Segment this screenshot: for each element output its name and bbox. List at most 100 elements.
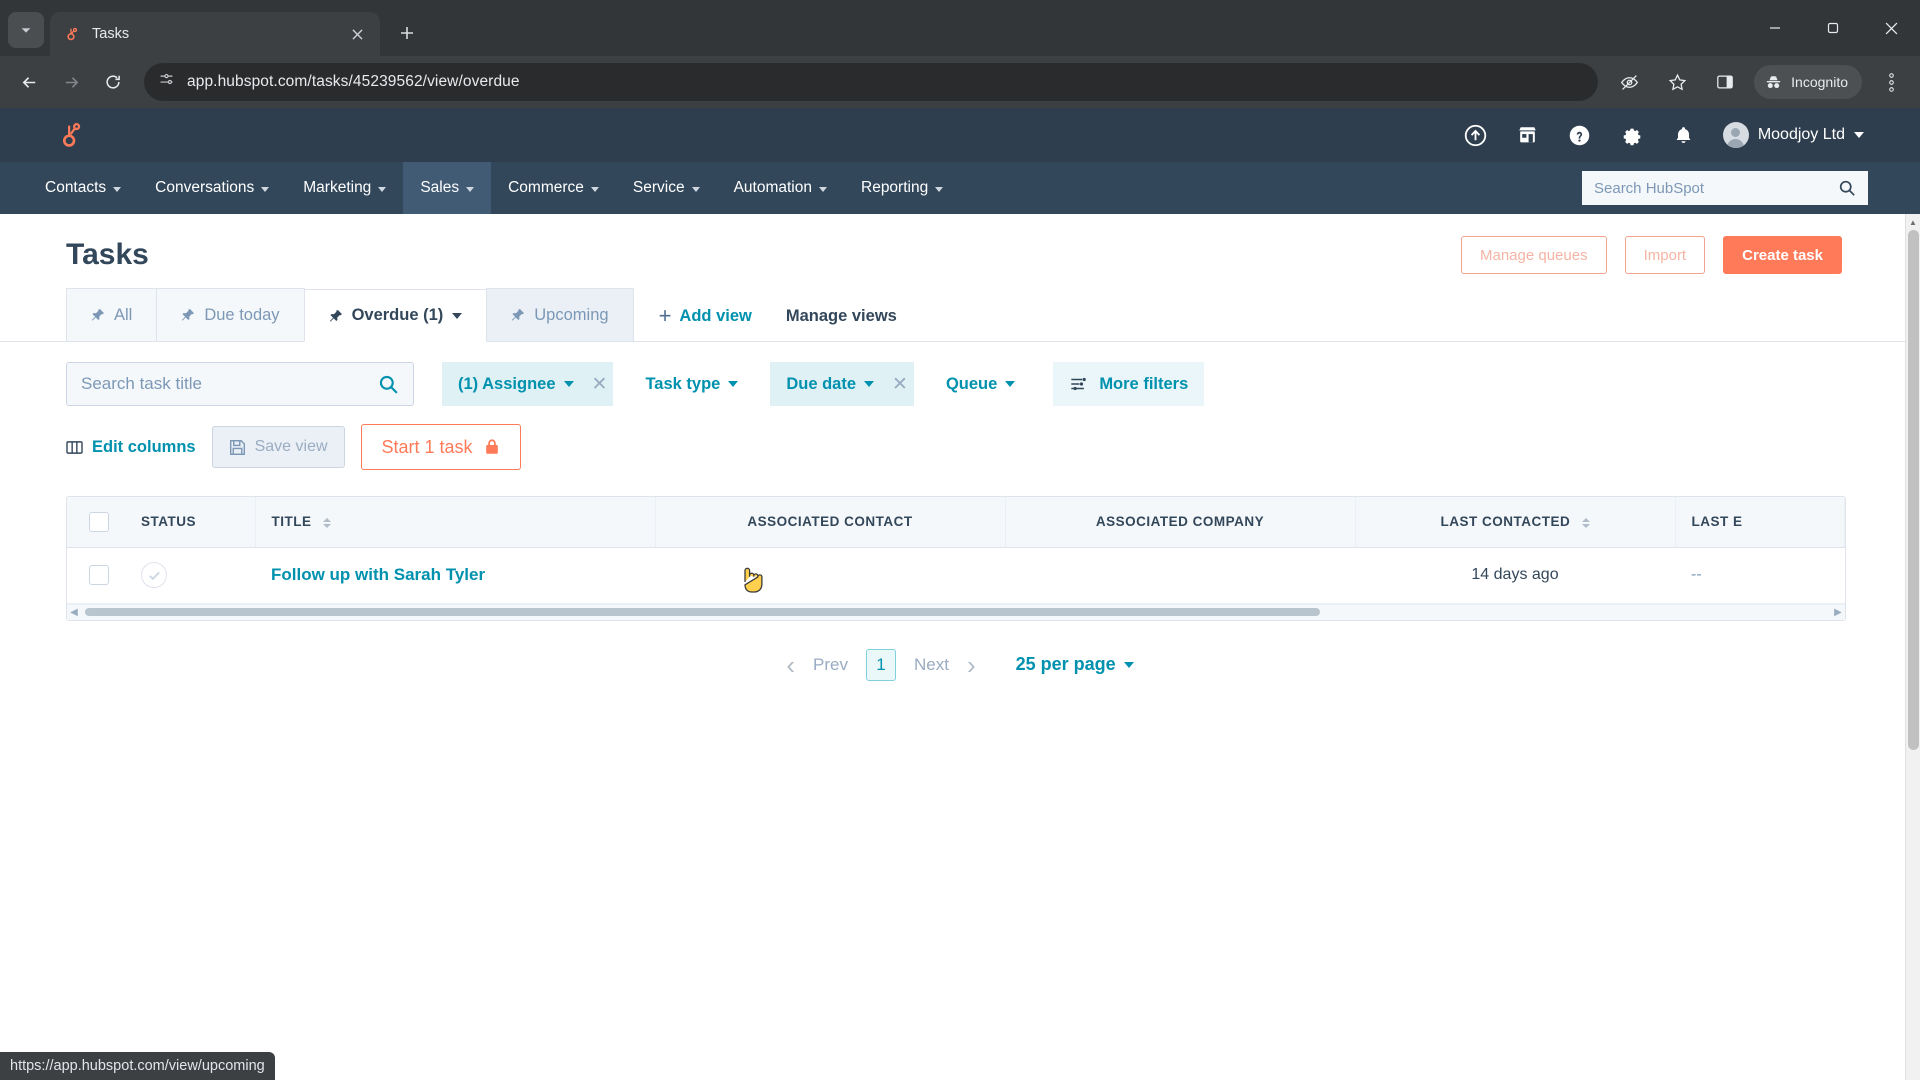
toolbar-right-icons: Incognito bbox=[1610, 63, 1910, 101]
maximize-icon[interactable] bbox=[1804, 0, 1862, 56]
select-all-checkbox[interactable] bbox=[89, 511, 109, 532]
clear-assignee-filter-icon[interactable]: ✕ bbox=[590, 373, 614, 396]
address-bar[interactable]: app.hubspot.com/tasks/45239562/view/over… bbox=[144, 63, 1599, 101]
nav-item-conversations[interactable]: Conversations bbox=[138, 162, 286, 214]
task-title-link[interactable]: Follow up with Sarah Tyler bbox=[271, 565, 485, 584]
window-close-icon[interactable] bbox=[1862, 0, 1920, 56]
clear-due-date-filter-icon[interactable]: ✕ bbox=[890, 373, 914, 396]
incognito-indicator[interactable]: Incognito bbox=[1754, 65, 1862, 99]
notifications-icon[interactable] bbox=[1671, 122, 1697, 148]
table-horizontal-scrollbar[interactable]: ◀ ▶ bbox=[67, 603, 1845, 620]
minimize-icon[interactable] bbox=[1746, 0, 1804, 56]
nav-item-sales[interactable]: Sales bbox=[403, 162, 492, 214]
hubspot-search[interactable] bbox=[1582, 171, 1868, 205]
hubspot-sprocket-icon[interactable] bbox=[56, 120, 86, 150]
column-last-contacted[interactable]: LAST CONTACTED bbox=[1355, 497, 1676, 548]
page-settings-icon[interactable] bbox=[158, 71, 175, 93]
save-view-label: Save view bbox=[254, 438, 328, 455]
task-search-box[interactable] bbox=[66, 362, 414, 406]
column-associated-contact[interactable]: ASSOCIATED CONTACT bbox=[655, 497, 1006, 548]
tab-search-icon[interactable] bbox=[8, 12, 44, 48]
tab-due-today[interactable]: Due today bbox=[156, 288, 305, 341]
nav-item-reporting[interactable]: Reporting bbox=[844, 162, 960, 214]
create-task-button[interactable]: Create task bbox=[1723, 236, 1842, 274]
page-number-1[interactable]: 1 bbox=[865, 648, 896, 681]
edit-columns-button[interactable]: Edit columns bbox=[66, 438, 196, 457]
scrollbar-thumb[interactable] bbox=[85, 608, 1320, 616]
sort-icon[interactable] bbox=[1581, 517, 1590, 528]
nav-item-service[interactable]: Service bbox=[616, 162, 717, 214]
sort-icon[interactable] bbox=[322, 517, 331, 528]
scroll-up-icon[interactable]: ▲ bbox=[1906, 214, 1920, 230]
search-task-title-input[interactable] bbox=[81, 374, 378, 394]
filter-queue-chip[interactable]: Queue bbox=[930, 362, 1031, 406]
filter-task-type[interactable]: Task type bbox=[629, 362, 754, 406]
prev-page-button[interactable]: Prev bbox=[813, 655, 848, 675]
filter-due-date-chip[interactable]: Due date bbox=[770, 362, 890, 406]
column-associated-company[interactable]: ASSOCIATED COMPANY bbox=[1005, 497, 1356, 548]
search-icon[interactable] bbox=[1838, 179, 1856, 197]
incognito-hat-icon bbox=[1764, 73, 1783, 92]
filter-due-date[interactable]: Due date ✕ bbox=[770, 362, 914, 406]
close-icon[interactable] bbox=[346, 23, 368, 45]
per-page-label: 25 per page bbox=[1015, 654, 1116, 674]
forward-arrow-icon[interactable] bbox=[52, 63, 90, 101]
help-icon[interactable] bbox=[1567, 122, 1593, 148]
chevron-down-icon[interactable] bbox=[452, 312, 463, 319]
search-input[interactable] bbox=[1594, 179, 1838, 197]
scroll-left-icon[interactable]: ◀ bbox=[67, 607, 81, 618]
row-associated-contact-cell bbox=[655, 547, 1005, 604]
more-filters-button[interactable]: More filters bbox=[1053, 362, 1205, 406]
next-page-arrow-icon[interactable]: › bbox=[967, 652, 976, 678]
search-icon[interactable] bbox=[378, 374, 399, 395]
save-view-button[interactable]: Save view bbox=[211, 426, 345, 468]
pin-icon bbox=[91, 308, 105, 322]
nav-item-marketing[interactable]: Marketing bbox=[286, 162, 403, 214]
start-task-button[interactable]: Start 1 task bbox=[360, 424, 521, 470]
column-title[interactable]: TITLE bbox=[255, 497, 656, 548]
row-status-cell bbox=[125, 547, 255, 604]
nav-item-automation[interactable]: Automation bbox=[717, 162, 844, 214]
eye-off-icon[interactable] bbox=[1610, 63, 1648, 101]
marketplace-icon[interactable] bbox=[1515, 122, 1541, 148]
side-panel-icon[interactable] bbox=[1706, 63, 1744, 101]
tab-all[interactable]: All bbox=[66, 288, 158, 341]
filter-queue[interactable]: Queue bbox=[930, 362, 1031, 406]
per-page-selector[interactable]: 25 per page bbox=[1016, 654, 1134, 675]
page-scrollbar[interactable]: ▲ bbox=[1905, 214, 1920, 1080]
row-checkbox[interactable] bbox=[89, 565, 109, 585]
new-tab-button[interactable] bbox=[390, 16, 424, 50]
column-last-engagement[interactable]: LAST E bbox=[1675, 497, 1845, 548]
browser-tab[interactable]: Tasks bbox=[50, 12, 380, 56]
table-row[interactable]: Follow up with Sarah Tyler 14 days ago -… bbox=[67, 547, 1845, 604]
manage-queues-button[interactable]: Manage queues bbox=[1461, 236, 1607, 274]
nav-item-label: Conversations bbox=[155, 179, 255, 196]
prev-page-arrow-icon[interactable]: ‹ bbox=[786, 652, 795, 678]
nav-item-contacts[interactable]: Contacts bbox=[28, 162, 138, 214]
nav-item-commerce[interactable]: Commerce bbox=[491, 162, 616, 214]
three-dot-menu-icon[interactable] bbox=[1872, 63, 1910, 101]
column-label: LAST E bbox=[1691, 514, 1743, 530]
filter-label: (1) Assignee bbox=[458, 374, 556, 393]
page-scrollbar-thumb[interactable] bbox=[1908, 230, 1919, 750]
scroll-right-icon[interactable]: ▶ bbox=[1831, 607, 1845, 618]
filter-assignee[interactable]: (1) Assignee ✕ bbox=[442, 362, 614, 406]
incomplete-check-icon[interactable] bbox=[141, 562, 167, 588]
page-header: Tasks Manage queues Import Create task bbox=[0, 214, 1920, 274]
tab-overdue[interactable]: Overdue (1) bbox=[303, 289, 488, 342]
star-icon[interactable] bbox=[1658, 63, 1696, 101]
import-button[interactable]: Import bbox=[1624, 236, 1706, 274]
manage-views-button[interactable]: Manage views bbox=[786, 307, 897, 326]
filter-assignee-chip[interactable]: (1) Assignee bbox=[442, 362, 590, 406]
upgrade-icon[interactable] bbox=[1463, 122, 1489, 148]
column-status[interactable]: STATUS bbox=[125, 497, 256, 548]
settings-icon[interactable] bbox=[1619, 122, 1645, 148]
add-view-button[interactable]: + Add view bbox=[659, 305, 752, 327]
back-arrow-icon[interactable] bbox=[10, 63, 48, 101]
tab-upcoming[interactable]: Upcoming bbox=[486, 288, 634, 341]
filter-task-type-chip[interactable]: Task type bbox=[629, 362, 754, 406]
account-menu[interactable]: Moodjoy Ltd bbox=[1722, 122, 1864, 148]
next-page-button[interactable]: Next bbox=[914, 655, 949, 675]
view-tab-extras: + Add view Manage views bbox=[633, 305, 897, 341]
reload-icon[interactable] bbox=[94, 63, 132, 101]
